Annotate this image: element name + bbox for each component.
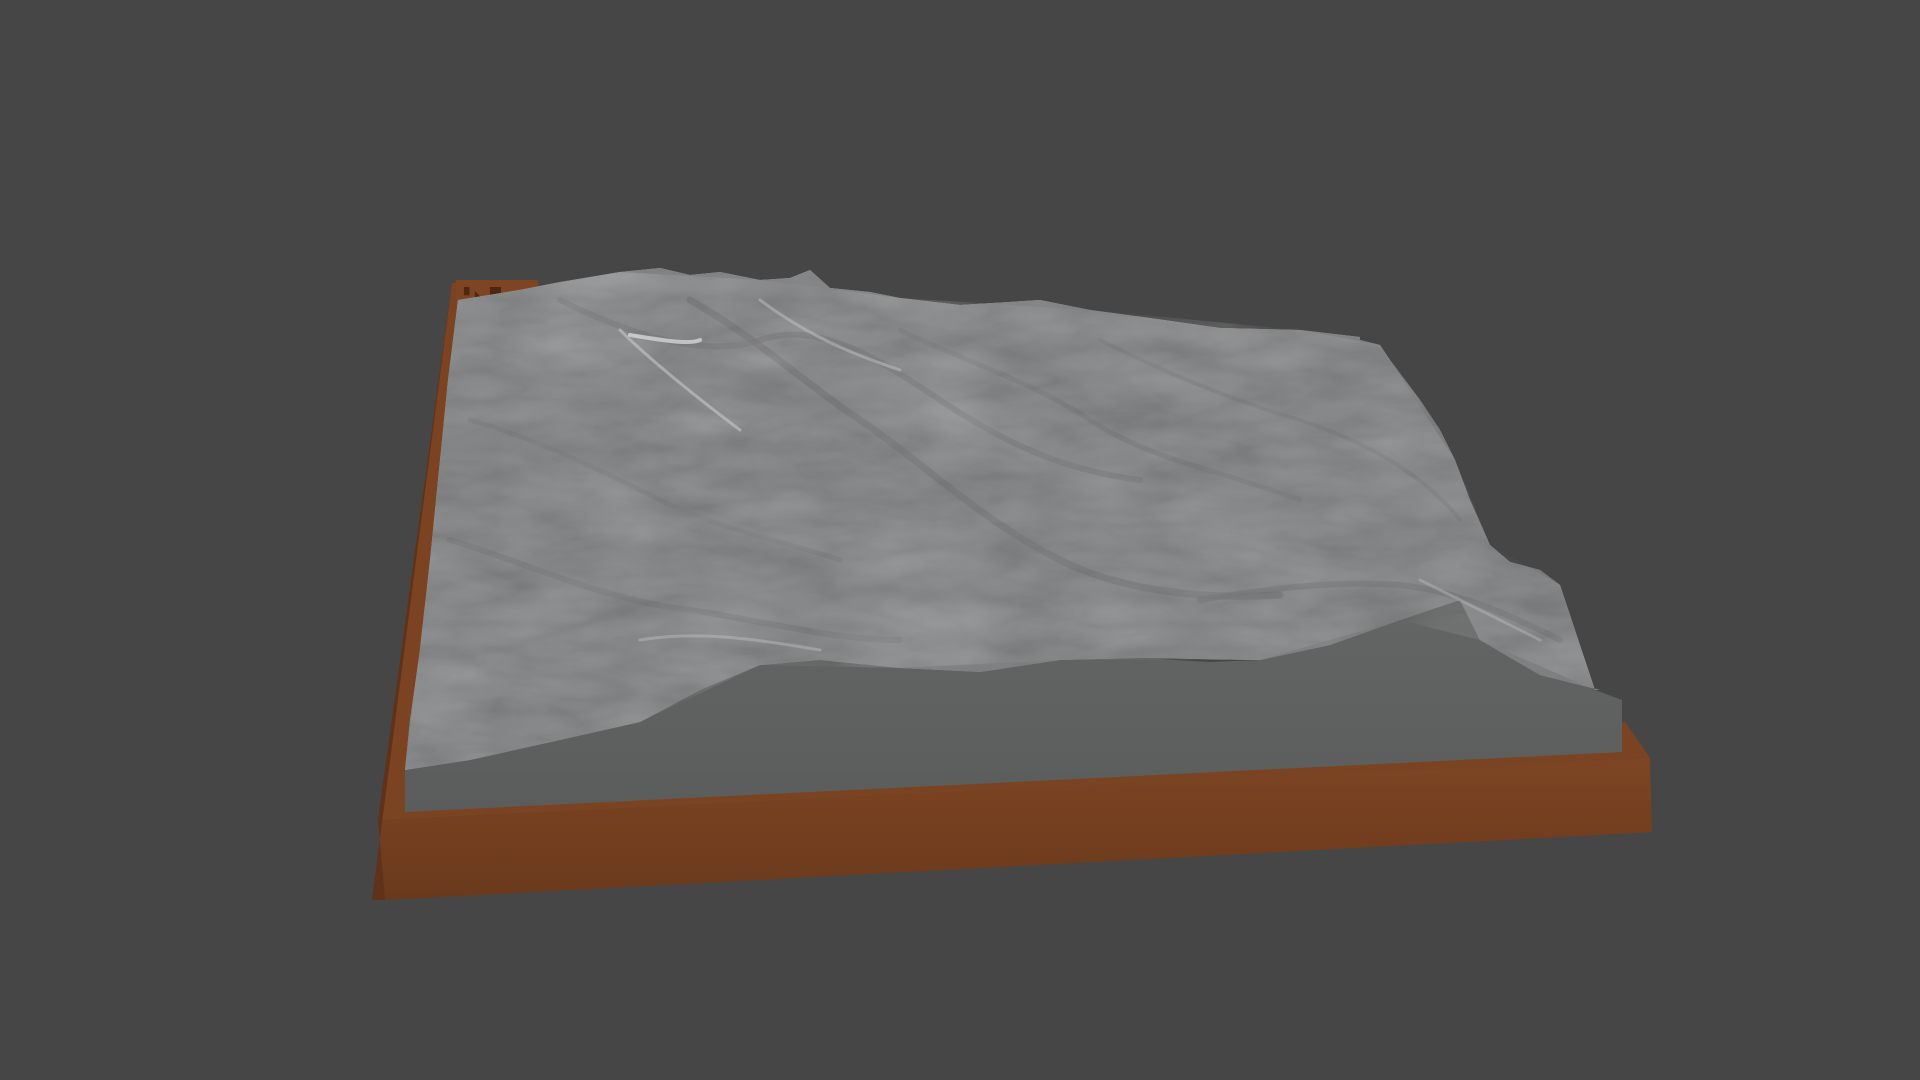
terrain-scene: ▘◣ ▛▖ [372, 268, 1652, 900]
3d-viewport[interactable]: ▘◣ ▛▖ [0, 0, 1920, 1080]
